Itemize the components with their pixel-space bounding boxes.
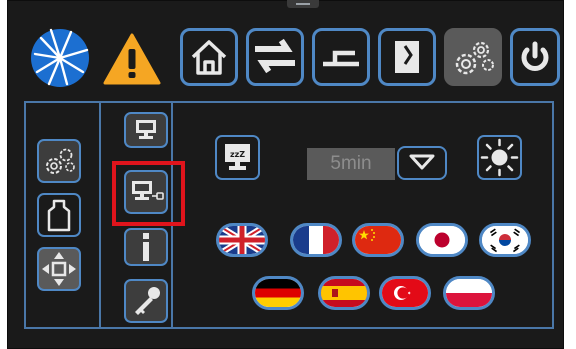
window-grip[interactable]: [287, 0, 319, 8]
sleep-timeout-value[interactable]: 5min: [307, 148, 395, 180]
power-icon: [521, 41, 549, 71]
flag-germany[interactable]: [252, 276, 304, 310]
move-arrows-icon: [42, 252, 76, 286]
settings-gears-icon: [46, 148, 75, 174]
poland-flag-icon: [446, 279, 492, 307]
sleep-monitor-icon: zzZ: [225, 144, 250, 170]
flag-china[interactable]: [352, 223, 404, 257]
sidebar-weight-button[interactable]: [37, 193, 81, 237]
sidebar-info-button[interactable]: [124, 228, 168, 266]
flag-poland[interactable]: [443, 276, 495, 310]
door-button[interactable]: [378, 28, 436, 86]
weight-icon: [47, 199, 71, 232]
turkey-flag-icon: [382, 279, 428, 307]
logo-icon: [31, 28, 89, 87]
sleep-monitor-button[interactable]: zzZ: [215, 135, 260, 180]
flag-turkey[interactable]: [379, 276, 431, 310]
panel-divider: [99, 101, 101, 329]
monitor-icon: [136, 120, 156, 139]
home-icon: [191, 40, 227, 75]
sidebar-key-button[interactable]: [124, 279, 168, 323]
korea-flag-icon: [482, 226, 528, 254]
spain-flag-icon: [321, 279, 367, 307]
chevron-down-icon: [409, 154, 435, 170]
flag-france[interactable]: [290, 223, 342, 257]
japan-flag-icon: [419, 226, 465, 254]
sidebar-monitor-button[interactable]: [124, 112, 168, 148]
flag-spain[interactable]: [318, 276, 370, 310]
selection-highlight: [112, 161, 185, 226]
settings-gears-icon: [455, 41, 494, 75]
china-flag-icon: [355, 226, 401, 254]
level-icon: [323, 50, 359, 67]
flag-japan[interactable]: [416, 223, 468, 257]
info-icon: [143, 233, 149, 261]
timeout-dropdown-button[interactable]: [397, 146, 447, 180]
key-icon: [135, 287, 160, 315]
france-flag-icon: [293, 226, 339, 254]
flag-korea[interactable]: [479, 223, 531, 257]
flag-uk[interactable]: [216, 223, 268, 257]
svg-text:zzZ: zzZ: [230, 150, 245, 159]
germany-flag-icon: [255, 279, 301, 307]
warning-icon[interactable]: [103, 32, 161, 86]
app-window: zzZ 5min: [7, 0, 564, 349]
brightness-icon: [480, 138, 519, 177]
brightness-button[interactable]: [477, 135, 522, 180]
sidebar-gears-button[interactable]: [37, 139, 81, 183]
home-button[interactable]: [180, 28, 238, 86]
uk-flag-icon: [219, 226, 265, 254]
transfer-button[interactable]: [246, 28, 304, 86]
settings-button[interactable]: [444, 28, 502, 86]
transfer-icon: [255, 38, 295, 74]
sidebar-move-button[interactable]: [37, 247, 81, 291]
door-icon: [395, 41, 419, 73]
level-button[interactable]: [312, 28, 370, 86]
power-button[interactable]: [510, 28, 560, 86]
